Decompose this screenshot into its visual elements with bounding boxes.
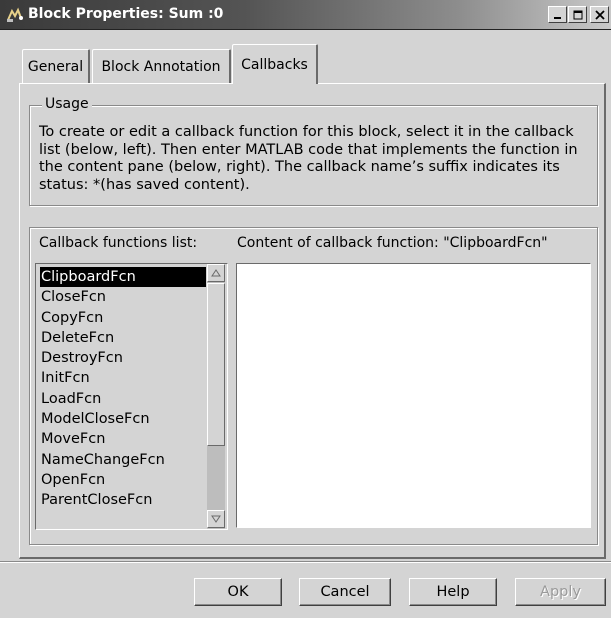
tab-callbacks-label: Callbacks xyxy=(241,56,308,73)
ok-button-label: OK xyxy=(227,584,249,600)
tab-callbacks[interactable]: Callbacks xyxy=(232,44,318,84)
callback-list-label: Callback functions list: xyxy=(39,235,198,251)
list-item[interactable]: OpenFcn xyxy=(40,470,206,490)
ok-button[interactable]: OK xyxy=(194,578,282,606)
minimize-button[interactable] xyxy=(548,6,567,23)
list-item[interactable]: CloseFcn xyxy=(40,287,206,307)
callback-content-editor[interactable] xyxy=(236,263,591,528)
list-scrollbar[interactable] xyxy=(207,264,225,529)
tab-general-label: General xyxy=(27,58,84,75)
list-item[interactable]: ModelCloseFcn xyxy=(40,409,206,429)
list-item[interactable]: LoadFcn xyxy=(40,389,206,409)
maximize-icon xyxy=(573,10,582,19)
tab-block-annotation-label: Block Annotation xyxy=(101,58,221,75)
simulink-block-icon[interactable] xyxy=(6,7,26,23)
cancel-button-label: Cancel xyxy=(320,584,370,600)
callback-functions-list[interactable]: ClipboardFcn CloseFcn CopyFcn DeleteFcn … xyxy=(35,263,228,530)
window-title: Block Properties: Sum :0 xyxy=(28,6,224,22)
list-item[interactable]: DeleteFcn xyxy=(40,328,206,348)
minimize-icon xyxy=(553,16,561,19)
cancel-button[interactable]: Cancel xyxy=(299,578,391,606)
scroll-up-button[interactable] xyxy=(207,264,225,282)
usage-description: To create or edit a callback function fo… xyxy=(39,124,578,193)
close-button[interactable] xyxy=(590,6,609,23)
list-item[interactable]: InitFcn xyxy=(40,368,206,388)
scroll-thumb[interactable] xyxy=(207,283,225,446)
tab-general[interactable]: General xyxy=(22,49,90,83)
apply-button[interactable]: Apply xyxy=(515,578,606,606)
list-item[interactable]: CopyFcn xyxy=(40,308,206,328)
list-item[interactable]: DestroyFcn xyxy=(40,348,206,368)
tab-block-annotation[interactable]: Block Annotation xyxy=(92,49,231,83)
maximize-button[interactable] xyxy=(568,6,587,23)
arrow-down-icon xyxy=(211,515,221,523)
list-item[interactable]: NameChangeFcn xyxy=(40,450,206,470)
footer-separator-highlight xyxy=(0,562,611,563)
scroll-down-button[interactable] xyxy=(207,510,225,528)
title-bar[interactable]: Block Properties: Sum :0 xyxy=(0,0,611,30)
list-item[interactable]: ParentCloseFcn xyxy=(40,490,206,510)
list-item[interactable]: ClipboardFcn xyxy=(40,267,206,288)
callback-content-label: Content of callback function: "Clipboard… xyxy=(237,235,548,251)
close-icon xyxy=(594,9,605,20)
help-button[interactable]: Help xyxy=(409,578,497,606)
help-button-label: Help xyxy=(436,584,470,600)
usage-legend: Usage xyxy=(42,96,92,112)
list-item[interactable]: MoveFcn xyxy=(40,429,206,449)
apply-button-label: Apply xyxy=(540,584,581,600)
arrow-up-icon xyxy=(211,269,221,277)
